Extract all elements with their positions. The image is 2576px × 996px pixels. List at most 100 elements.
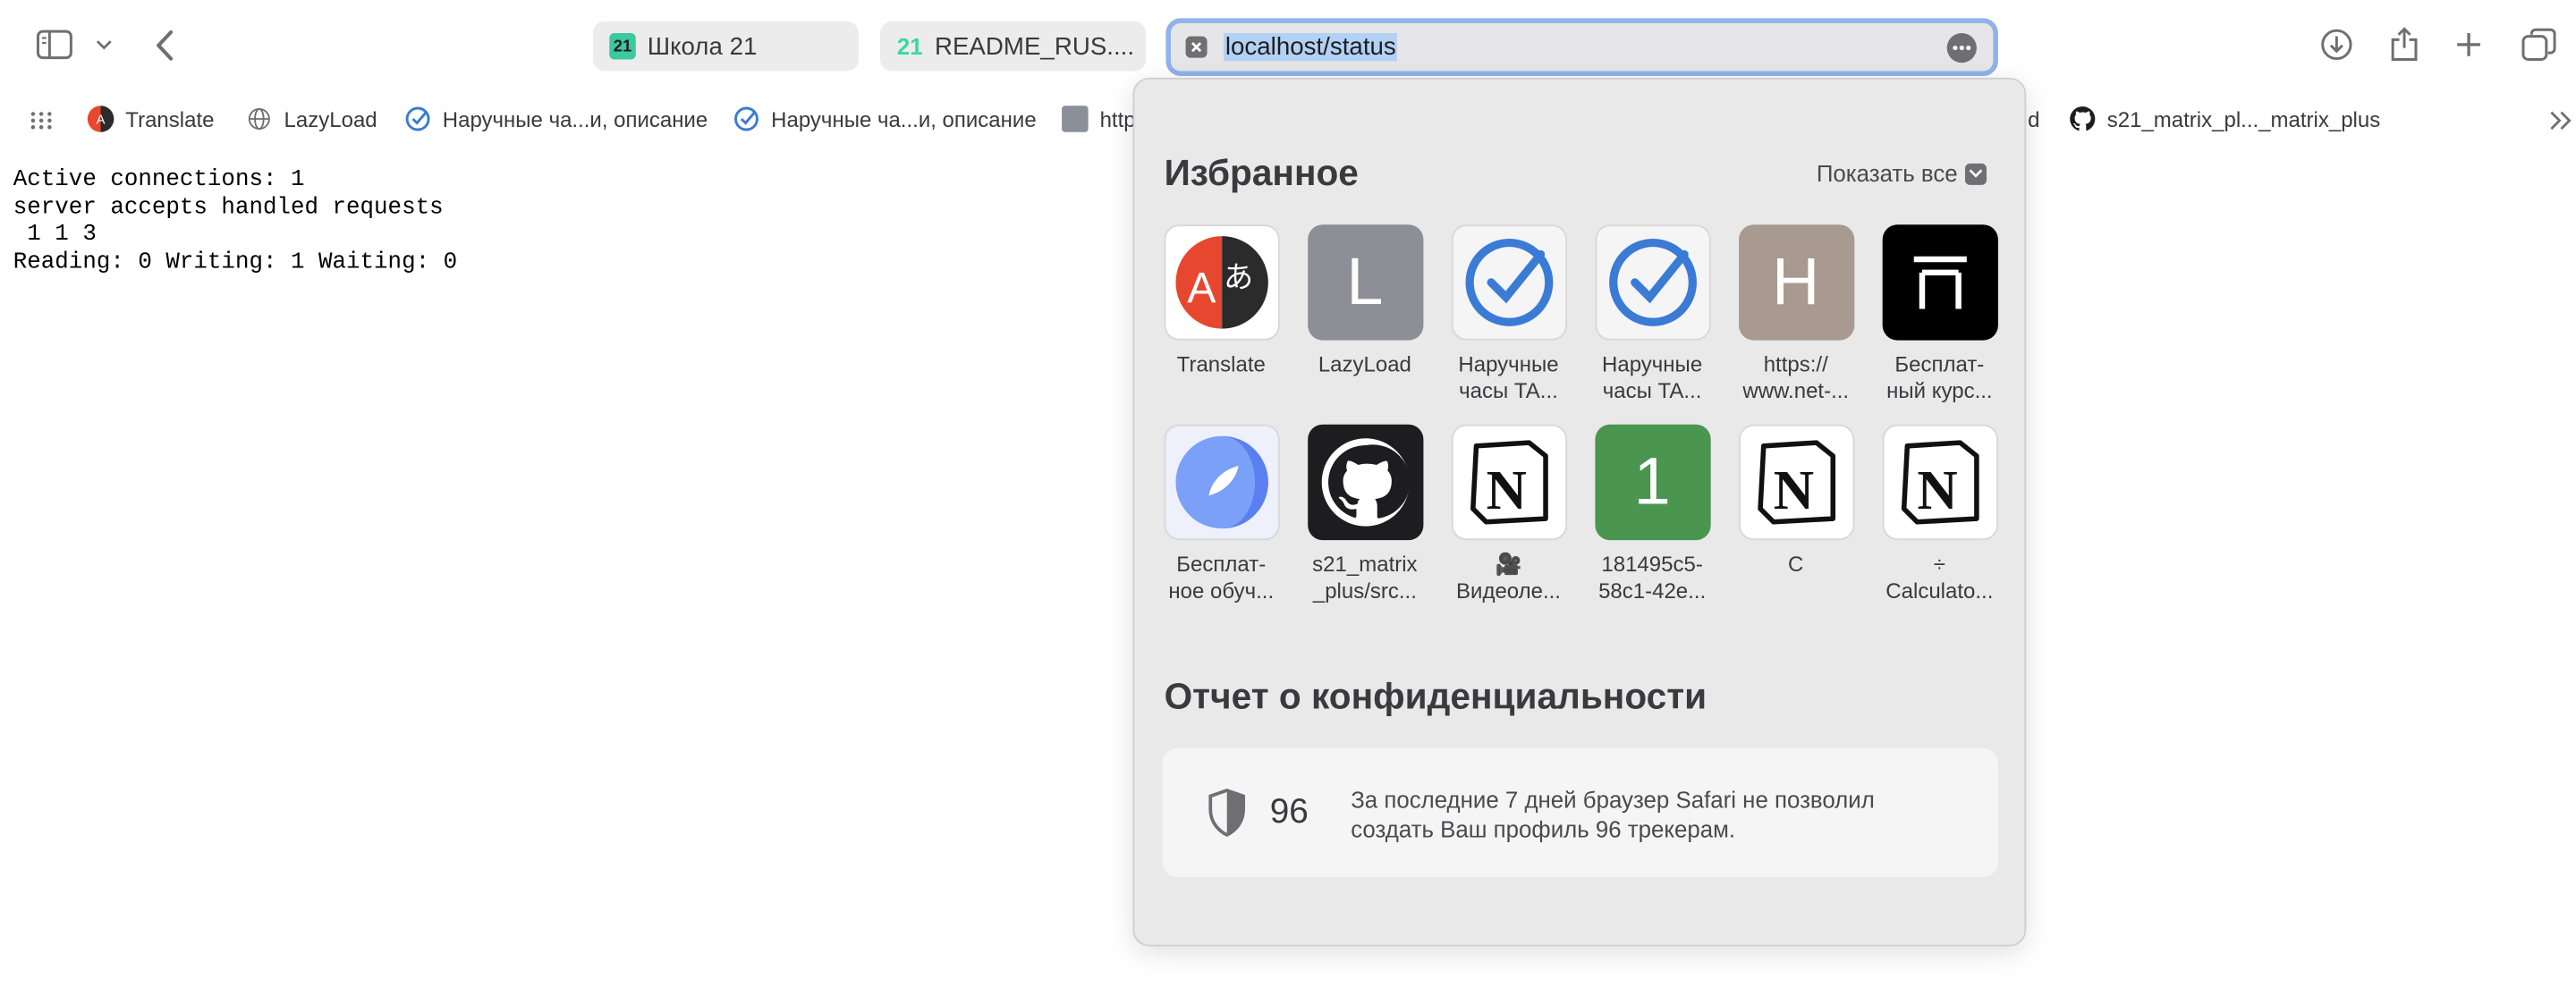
tab-label: README_RUS....: [934, 32, 1135, 61]
sidebar-toggle-icon[interactable]: [36, 30, 73, 60]
svg-text:N: N: [1773, 459, 1813, 521]
bookmark-label: Наручные ча...и, описание: [442, 106, 708, 131]
favorite-video-lessons[interactable]: N 🎥 Видеоле...: [1436, 424, 1580, 604]
favorite-label: https://: [1763, 351, 1828, 377]
translate-icon: Aあ: [1163, 224, 1279, 341]
notion-icon: N: [1738, 424, 1854, 541]
bookmark-label: s21_matrix_pl..._matrix_plus: [2106, 106, 2381, 131]
status-line-4: Reading: 0 Writing: 1 Waiting: 0: [13, 249, 458, 275]
favorite-free-course[interactable]: Бесплат-ный курс...: [1868, 224, 2012, 404]
tile-letter: 1: [1633, 444, 1671, 519]
tab-label: Школа 21: [647, 32, 758, 61]
clock-check-icon: [404, 106, 431, 132]
favorite-label: LazyLoad: [1318, 351, 1411, 377]
shield-icon: [1208, 788, 1247, 837]
svg-text:N: N: [1917, 459, 1957, 521]
svg-text:あ: あ: [1223, 259, 1252, 294]
show-all-label: Показать все: [1816, 160, 1958, 187]
share-icon[interactable]: [2388, 27, 2421, 63]
show-all-button[interactable]: Показать все: [1817, 160, 1987, 187]
favorites-title: Избранное: [1164, 151, 1359, 194]
status-line-1: Active connections: 1: [13, 166, 305, 194]
tile-letter: H: [1772, 245, 1820, 318]
favorite-label: Бесплат-: [1176, 552, 1267, 577]
bookmark-http[interactable]: http: [1062, 103, 1136, 136]
favorite-label-2: _plus/src...: [1312, 578, 1417, 604]
favorite-c[interactable]: N C: [1724, 424, 1868, 578]
favorite-lazyload[interactable]: L LazyLoad: [1293, 224, 1437, 378]
favorite-label: s21_matrix: [1312, 552, 1418, 577]
svg-text:A: A: [1186, 265, 1215, 312]
privacy-title: Отчет о конфиденциальности: [1164, 675, 1707, 717]
favorite-label-2: Видеоле...: [1456, 578, 1561, 604]
skypro-logo-icon: [1163, 424, 1279, 541]
favorite-watches-1[interactable]: Наручные часы TA...: [1436, 224, 1580, 404]
favorite-label-2: часы TA...: [1602, 378, 1702, 403]
favorite-label-2: часы TA...: [1459, 378, 1558, 403]
favorite-label-2: ное обуч...: [1168, 578, 1275, 604]
favorite-label: Наручные: [1458, 351, 1559, 377]
bookmark-label: d: [2028, 106, 2040, 131]
bookmark-watches-2[interactable]: Наручные ча...и, описание: [733, 103, 1037, 136]
practicum-logo-icon: [1881, 224, 1997, 341]
status-line-3: 1 1 3: [13, 221, 97, 249]
bookmark-s21-matrix[interactable]: s21_matrix_pl..._matrix_plus: [2069, 103, 2380, 136]
github-icon: [2069, 106, 2096, 132]
new-tab-icon[interactable]: [2453, 30, 2483, 59]
close-tab-icon[interactable]: [1185, 36, 1208, 58]
school21-icon: 21: [609, 32, 636, 60]
address-text: localhost/status: [1224, 32, 1398, 62]
address-bar[interactable]: localhost/status: [1165, 18, 1998, 76]
favorite-label: Translate: [1176, 351, 1266, 377]
tab-overview-icon[interactable]: [2520, 28, 2556, 61]
favorite-free-learning[interactable]: Бесплат-ное обуч...: [1149, 424, 1293, 604]
chevron-double-right-icon[interactable]: [2548, 109, 2575, 132]
favorite-uuid[interactable]: 1 181495c5- 58c1-42e...: [1580, 424, 1724, 604]
chevron-down-icon[interactable]: [94, 37, 114, 53]
favorite-label: 181495c5-: [1601, 552, 1703, 577]
address-input[interactable]: localhost/status: [1224, 32, 1398, 62]
notion-icon: N: [1881, 424, 1997, 541]
favorite-https[interactable]: H https://www.net-...: [1724, 224, 1868, 404]
globe-icon: [246, 106, 273, 132]
notion-icon: N: [1450, 424, 1567, 541]
bookmark-label: Наручные ча...и, описание: [771, 106, 1037, 131]
favorite-label-2: 58c1-42e...: [1598, 578, 1707, 604]
privacy-text-line-1: За последние 7 дней браузер Safari не по…: [1351, 786, 1875, 813]
favorite-watches-2[interactable]: Наручные часы TA...: [1580, 224, 1724, 404]
favorite-label: Бесплат-: [1894, 351, 1985, 377]
bookmark-watches-1[interactable]: Наручные ча...и, описание: [404, 103, 708, 136]
favorite-calculator[interactable]: N ÷ Calculato...: [1868, 424, 2012, 604]
tile-letter: L: [1346, 245, 1384, 318]
bookmark-partial[interactable]: d: [2028, 103, 2039, 136]
privacy-report-card[interactable]: 96 За последние 7 дней браузер Safari не…: [1162, 747, 1998, 877]
site-thumbnail-icon: [1062, 106, 1089, 132]
favorite-translate[interactable]: Aあ Translate: [1149, 224, 1293, 378]
tracker-count: 96: [1269, 792, 1309, 831]
letter-1-icon: 1: [1594, 424, 1710, 541]
favorite-label-2: ный курс...: [1886, 378, 1993, 403]
grid-icon[interactable]: [30, 109, 53, 130]
svg-text:N: N: [1486, 459, 1526, 521]
favorite-label-2: Calculato...: [1885, 578, 1994, 604]
more-icon[interactable]: [1946, 32, 1977, 63]
download-icon[interactable]: [2320, 28, 2353, 61]
tab-school21[interactable]: 21 Школа 21: [592, 21, 860, 72]
privacy-text-line-2: создать Ваш профиль 96 трекерам.: [1351, 815, 1736, 843]
bookmark-label: Translate: [125, 106, 215, 131]
bookmark-lazyload[interactable]: LazyLoad: [246, 103, 377, 136]
school21-icon: 21: [896, 32, 923, 60]
translate-icon: A: [87, 106, 114, 132]
chevron-down-icon: [1965, 162, 1987, 184]
favorite-label: Наручные: [1602, 351, 1703, 377]
bookmark-translate[interactable]: A Translate: [87, 103, 215, 136]
github-icon: [1307, 424, 1423, 541]
back-icon[interactable]: [152, 28, 175, 61]
favorite-label: ÷: [1933, 552, 1945, 577]
bookmark-label: http: [1099, 106, 1136, 131]
favorite-label: 🎥: [1495, 552, 1522, 577]
status-line-2: server accepts handled requests: [13, 194, 444, 221]
favorite-s21-matrix[interactable]: s21_matrix _plus/src...: [1293, 424, 1437, 604]
tab-readme[interactable]: 21 README_RUS....: [880, 21, 1147, 72]
clock-check-icon: [733, 106, 760, 132]
